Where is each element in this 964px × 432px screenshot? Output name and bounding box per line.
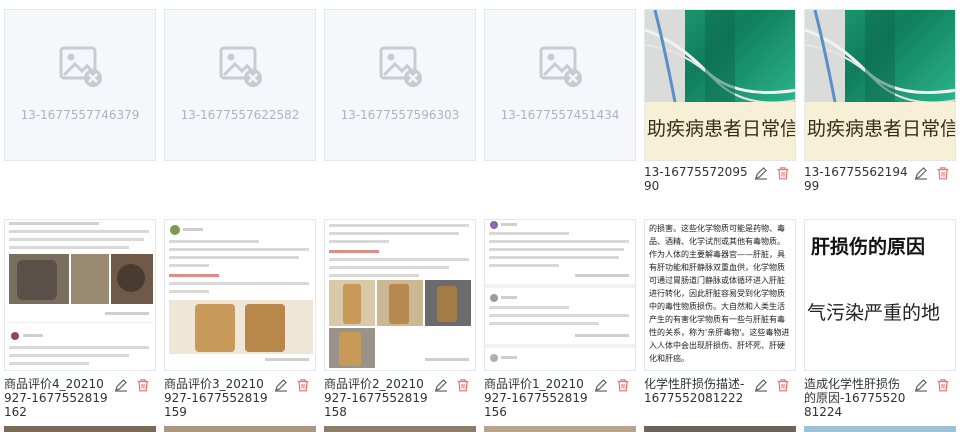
placeholder-label: 13-1677557746379 — [20, 108, 140, 122]
placeholder-label: 13-1677557596303 — [340, 108, 460, 122]
file-name: 13-1677556219499 — [804, 165, 908, 193]
card-caption: 化学性肝损伤描述-1677552081222 — [644, 377, 796, 419]
next-row-thumbnail[interactable] — [4, 426, 156, 432]
slide-title: 肝损伤的原因 — [811, 236, 926, 258]
edit-icon[interactable] — [594, 378, 608, 392]
thumbnail-placeholder[interactable]: 13-1677557746379 — [4, 9, 156, 161]
delete-icon[interactable] — [136, 378, 150, 392]
banner-text: 助疾病患者日常信 — [647, 118, 796, 140]
banner-text: 助疾病患者日常信 — [807, 118, 956, 140]
thumbnail-image[interactable] — [324, 219, 476, 371]
edit-icon[interactable] — [754, 166, 768, 180]
card-caption: 造成化学性肝损伤的原因-1677552081224 — [804, 377, 956, 419]
thumbnail-image[interactable] — [484, 219, 636, 371]
placeholder-label: 13-1677557622582 — [180, 108, 300, 122]
review-screenshot — [9, 222, 153, 365]
thumbnail-image[interactable]: 的损害。这些化学物质可能是药物、毒品、酒精、化学试剂或其他有毒物质。作为人体的主… — [644, 219, 796, 371]
image-placeholder-icon — [219, 46, 262, 87]
thumbnail-image[interactable]: 肝损伤的原因 气污染严重的地 — [804, 219, 956, 371]
file-name: 商品评价1_20210927-1677552819156 — [484, 377, 588, 419]
hospital-photo-art — [805, 10, 955, 104]
file-name: 商品评价4_20210927-1677552819162 — [4, 377, 108, 419]
file-name: 商品评价3_20210927-1677552819159 — [164, 377, 268, 419]
delete-icon[interactable] — [296, 378, 310, 392]
thumbnail-placeholder[interactable]: 13-1677557596303 — [324, 9, 476, 161]
article-text: 的损害。这些化学物质可能是药物、毒品、酒精、化学试剂或其他有毒物质。作为人体的主… — [649, 224, 790, 363]
thumbnail-placeholder[interactable]: 13-1677557451434 — [484, 9, 636, 161]
card-caption: 商品评价2_20210927-1677552819158 — [324, 377, 476, 419]
edit-icon[interactable] — [754, 378, 768, 392]
edit-icon[interactable] — [914, 378, 928, 392]
thumbnail-image[interactable]: 助疾病患者日常信 — [804, 9, 956, 161]
next-row-thumbnail[interactable] — [644, 426, 796, 432]
image-placeholder-icon — [539, 46, 582, 87]
edit-icon[interactable] — [274, 378, 288, 392]
delete-icon[interactable] — [456, 378, 470, 392]
hospital-photo-art — [645, 10, 795, 104]
delete-icon[interactable] — [776, 166, 790, 180]
review-screenshot — [485, 221, 635, 362]
delete-icon[interactable] — [616, 378, 630, 392]
file-name: 化学性肝损伤描述-1677552081222 — [644, 377, 745, 405]
review-screenshot — [329, 224, 471, 368]
file-name: 商品评价2_20210927-1677552819158 — [324, 377, 428, 419]
hospital-photo — [645, 10, 795, 104]
edit-icon[interactable] — [434, 378, 448, 392]
placeholder-label: 13-1677557451434 — [500, 108, 620, 122]
file-name: 造成化学性肝损伤的原因-1677552081224 — [804, 377, 906, 419]
next-row-thumbnail[interactable] — [164, 426, 316, 432]
card-caption: 13-1677556219499 — [804, 165, 956, 207]
delete-icon[interactable] — [776, 378, 790, 392]
hospital-photo — [805, 10, 955, 104]
edit-icon[interactable] — [114, 378, 128, 392]
card-caption: 13-1677557209590 — [644, 165, 796, 207]
file-name: 13-1677557209590 — [644, 165, 748, 193]
thumbnail-image[interactable] — [164, 219, 316, 371]
slide-subtitle: 气污染严重的地 — [807, 302, 941, 324]
thumbnail-image[interactable]: 助疾病患者日常信 — [644, 9, 796, 161]
card-caption: 商品评价4_20210927-1677552819162 — [4, 377, 156, 419]
next-row-thumbnail[interactable] — [804, 426, 956, 432]
thumbnail-image[interactable] — [4, 219, 156, 371]
card-caption: 商品评价1_20210927-1677552819156 — [484, 377, 636, 419]
delete-icon[interactable] — [936, 166, 950, 180]
next-row-thumbnail[interactable] — [324, 426, 476, 432]
card-caption: 商品评价3_20210927-1677552819159 — [164, 377, 316, 419]
delete-icon[interactable] — [936, 378, 950, 392]
image-placeholder-icon — [379, 46, 422, 87]
review-screenshot — [169, 225, 313, 361]
thumbnail-placeholder[interactable]: 13-1677557622582 — [164, 9, 316, 161]
next-row-thumbnail[interactable] — [484, 426, 636, 432]
edit-icon[interactable] — [914, 166, 928, 180]
image-placeholder-icon — [59, 46, 102, 87]
